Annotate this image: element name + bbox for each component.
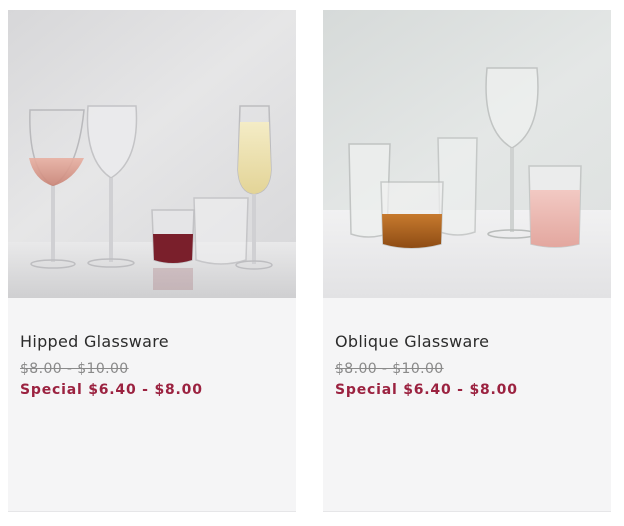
product-card-oblique[interactable]: Oblique Glassware $8.00 - $10.00 Special… <box>323 10 611 512</box>
special-price: Special $6.40 - $8.00 <box>335 382 518 398</box>
product-image-hipped[interactable] <box>8 10 296 298</box>
regular-price: $8.00 - $10.00 <box>20 361 129 377</box>
product-image-oblique[interactable] <box>323 10 611 298</box>
glassware-set-photo <box>323 10 611 298</box>
product-title[interactable]: Hipped Glassware <box>20 332 169 351</box>
regular-price: $8.00 - $10.00 <box>335 361 444 377</box>
wine-glasses-photo <box>8 10 296 298</box>
product-title[interactable]: Oblique Glassware <box>335 332 489 351</box>
product-card-hipped[interactable]: Hipped Glassware $8.00 - $10.00 Special … <box>8 10 296 512</box>
special-price: Special $6.40 - $8.00 <box>20 382 203 398</box>
